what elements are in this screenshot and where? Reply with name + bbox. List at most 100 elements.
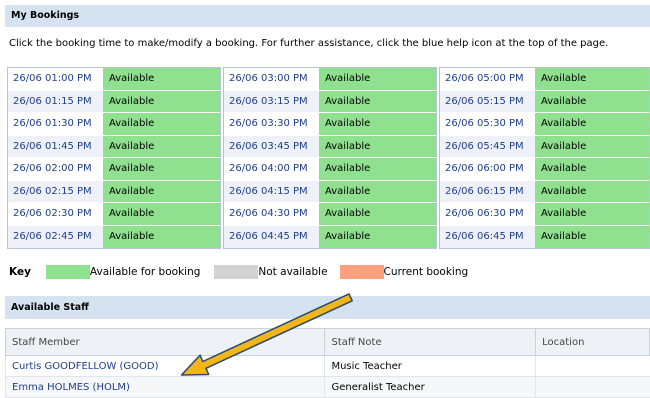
slot-time-link[interactable]: 26/06 06:45 PM <box>440 225 535 248</box>
table-row: Emma HOLMES (HOLM) Generalist Teacher <box>4 376 650 398</box>
slot-row: 26/06 01:45 PM Available <box>8 135 220 158</box>
slot-time-link[interactable]: 26/06 04:45 PM <box>224 225 319 248</box>
slot-time-link[interactable]: 26/06 03:15 PM <box>224 90 319 112</box>
slot-status: Available <box>535 135 649 157</box>
slot-status: Available <box>103 135 220 157</box>
slot-status: Available <box>103 90 220 112</box>
staff-note-cell: Music Teacher <box>324 355 536 377</box>
slot-status: Available <box>535 68 649 90</box>
slot-status: Available <box>319 135 436 157</box>
slot-status: Available <box>103 68 220 90</box>
key-swatch-current <box>339 265 384 279</box>
slot-time-link[interactable]: 26/06 05:45 PM <box>440 135 535 157</box>
slot-time-link[interactable]: 26/06 05:15 PM <box>440 90 535 112</box>
slot-row: 26/06 03:00 PM Available <box>224 68 436 91</box>
slot-column-1: 26/06 01:00 PM Available 26/06 01:15 PM Av… <box>7 67 221 249</box>
location-cell <box>535 376 650 398</box>
staff-table: Staff Member Staff Note Location Curtis … <box>4 328 650 398</box>
staff-table-header-row: Staff Member Staff Note Location <box>4 328 650 356</box>
key-text-not-available: Not available <box>258 266 328 278</box>
slot-time-link[interactable]: 26/06 04:15 PM <box>224 180 319 202</box>
slot-time-link[interactable]: 26/06 03:30 PM <box>224 113 319 135</box>
slot-row: 26/06 02:30 PM Available <box>8 203 220 226</box>
column-header-staff-member[interactable]: Staff Member <box>4 328 326 356</box>
column-header-location[interactable]: Location <box>535 328 650 356</box>
slot-status: Available <box>103 113 220 135</box>
slot-status: Available <box>535 203 649 225</box>
slot-row: 26/06 06:00 PM Available <box>440 158 649 181</box>
available-staff-header: Available Staff <box>5 296 650 319</box>
slot-row: 26/06 01:15 PM Available <box>8 90 220 113</box>
slot-status: Available <box>319 90 436 112</box>
slot-status: Available <box>535 90 649 112</box>
slot-time-link[interactable]: 26/06 01:30 PM <box>8 113 103 135</box>
slot-time-link[interactable]: 26/06 03:00 PM <box>224 68 319 90</box>
staff-member-cell[interactable]: Emma HOLMES (HOLM) <box>4 376 325 398</box>
slot-time-link[interactable]: 26/06 02:45 PM <box>8 225 103 248</box>
slot-time-link[interactable]: 26/06 01:00 PM <box>8 68 103 90</box>
slot-row: 26/06 04:30 PM Available <box>224 203 436 226</box>
booking-instructions: Click the booking time to make/modify a … <box>9 38 609 49</box>
slot-time-link[interactable]: 26/06 06:00 PM <box>440 158 535 180</box>
slot-status: Available <box>103 180 220 202</box>
slot-time-link[interactable]: 26/06 02:00 PM <box>8 158 103 180</box>
slot-time-link[interactable]: 26/06 05:00 PM <box>440 68 535 90</box>
slot-status: Available <box>319 68 436 90</box>
slot-status: Available <box>319 180 436 202</box>
slot-row: 26/06 06:45 PM Available <box>440 225 649 248</box>
slot-row: 26/06 04:00 PM Available <box>224 158 436 181</box>
key-swatch-not-available <box>214 265 259 279</box>
slot-row: 26/06 01:00 PM Available <box>8 68 220 91</box>
slot-time-link[interactable]: 26/06 04:30 PM <box>224 203 319 225</box>
slot-row: 26/06 03:45 PM Available <box>224 135 436 158</box>
my-bookings-header: My Bookings <box>5 5 650 27</box>
slot-time-link[interactable]: 26/06 06:30 PM <box>440 203 535 225</box>
slot-status: Available <box>319 225 436 248</box>
staff-member-link[interactable]: Curtis GOODFELLOW (GOOD) <box>12 361 159 372</box>
slot-row: 26/06 02:15 PM Available <box>8 180 220 203</box>
slot-time-link[interactable]: 26/06 06:15 PM <box>440 180 535 202</box>
slot-status: Available <box>103 158 220 180</box>
key-swatch-available <box>45 265 90 279</box>
slot-time-link[interactable]: 26/06 05:30 PM <box>440 113 535 135</box>
slot-time-link[interactable]: 26/06 02:30 PM <box>8 203 103 225</box>
column-header-staff-note[interactable]: Staff Note <box>324 328 537 356</box>
slot-row: 26/06 06:30 PM Available <box>440 203 649 226</box>
slot-time-link[interactable]: 26/06 04:00 PM <box>224 158 319 180</box>
slot-column-2: 26/06 03:00 PM Available 26/06 03:15 PM Av… <box>223 67 437 249</box>
slot-status: Available <box>319 113 436 135</box>
slot-row: 26/06 05:30 PM Available <box>440 113 649 136</box>
slot-status: Available <box>319 158 436 180</box>
slot-row: 26/06 01:30 PM Available <box>8 113 220 136</box>
slot-row: 26/06 03:30 PM Available <box>224 113 436 136</box>
slot-row: 26/06 04:45 PM Available <box>224 225 436 248</box>
slot-row: 26/06 04:15 PM Available <box>224 180 436 203</box>
staff-note-cell: Generalist Teacher <box>324 376 536 398</box>
slot-status: Available <box>319 203 436 225</box>
slot-row: 26/06 05:15 PM Available <box>440 90 649 113</box>
slot-status: Available <box>103 225 220 248</box>
slot-row: 26/06 02:00 PM Available <box>8 158 220 181</box>
slot-row: 26/06 06:15 PM Available <box>440 180 649 203</box>
staff-member-link[interactable]: Emma HOLMES (HOLM) <box>12 382 130 393</box>
booking-key: Key Available for booking Not available … <box>9 262 468 282</box>
slot-status: Available <box>535 180 649 202</box>
key-label: Key <box>9 266 31 278</box>
location-cell <box>535 355 650 377</box>
table-row: Curtis GOODFELLOW (GOOD) Music Teacher <box>4 355 650 377</box>
slot-time-link[interactable]: 26/06 01:45 PM <box>8 135 103 157</box>
slot-time-link[interactable]: 26/06 03:45 PM <box>224 135 319 157</box>
slot-status: Available <box>103 203 220 225</box>
slot-status: Available <box>535 225 649 248</box>
slot-row: 26/06 02:45 PM Available <box>8 225 220 248</box>
slot-column-3: 26/06 05:00 PM Available 26/06 05:15 PM Av… <box>439 67 650 249</box>
key-text-available: Available for booking <box>89 266 201 278</box>
slot-row: 26/06 03:15 PM Available <box>224 90 436 113</box>
key-text-current: Current booking <box>383 266 469 278</box>
slot-row: 26/06 05:45 PM Available <box>440 135 649 158</box>
slot-time-link[interactable]: 26/06 02:15 PM <box>8 180 103 202</box>
slot-time-link[interactable]: 26/06 01:15 PM <box>8 90 103 112</box>
slot-row: 26/06 05:00 PM Available <box>440 68 649 91</box>
slot-status: Available <box>535 113 649 135</box>
staff-member-cell[interactable]: Curtis GOODFELLOW (GOOD) <box>4 355 325 377</box>
